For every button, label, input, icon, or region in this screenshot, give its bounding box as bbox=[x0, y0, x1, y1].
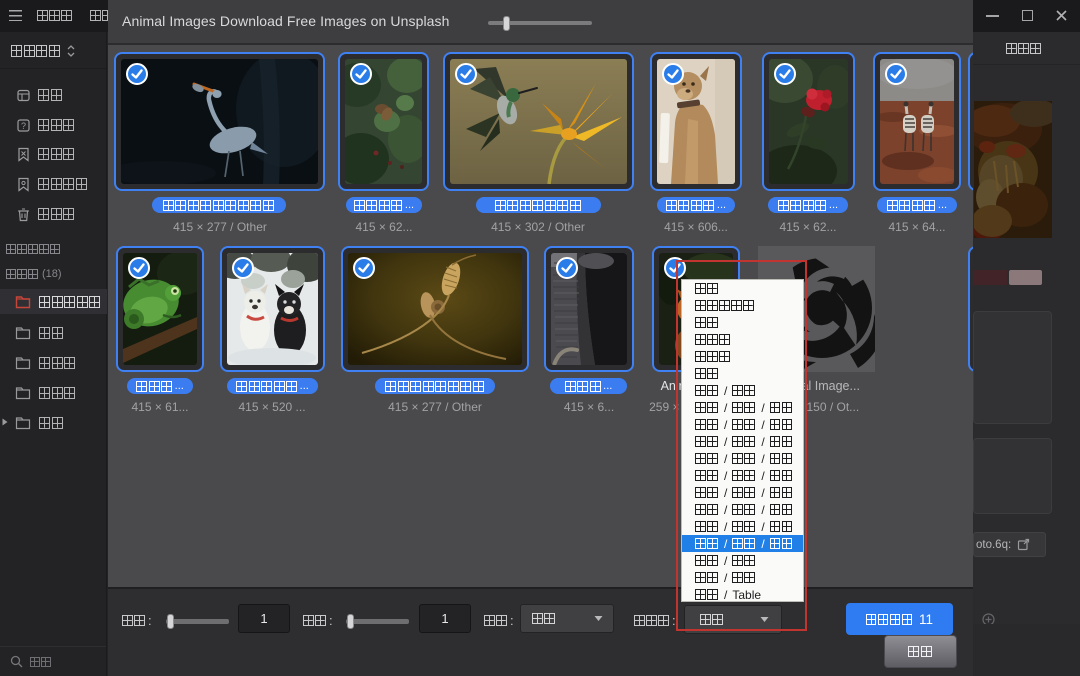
svg-text:?: ? bbox=[21, 121, 26, 131]
